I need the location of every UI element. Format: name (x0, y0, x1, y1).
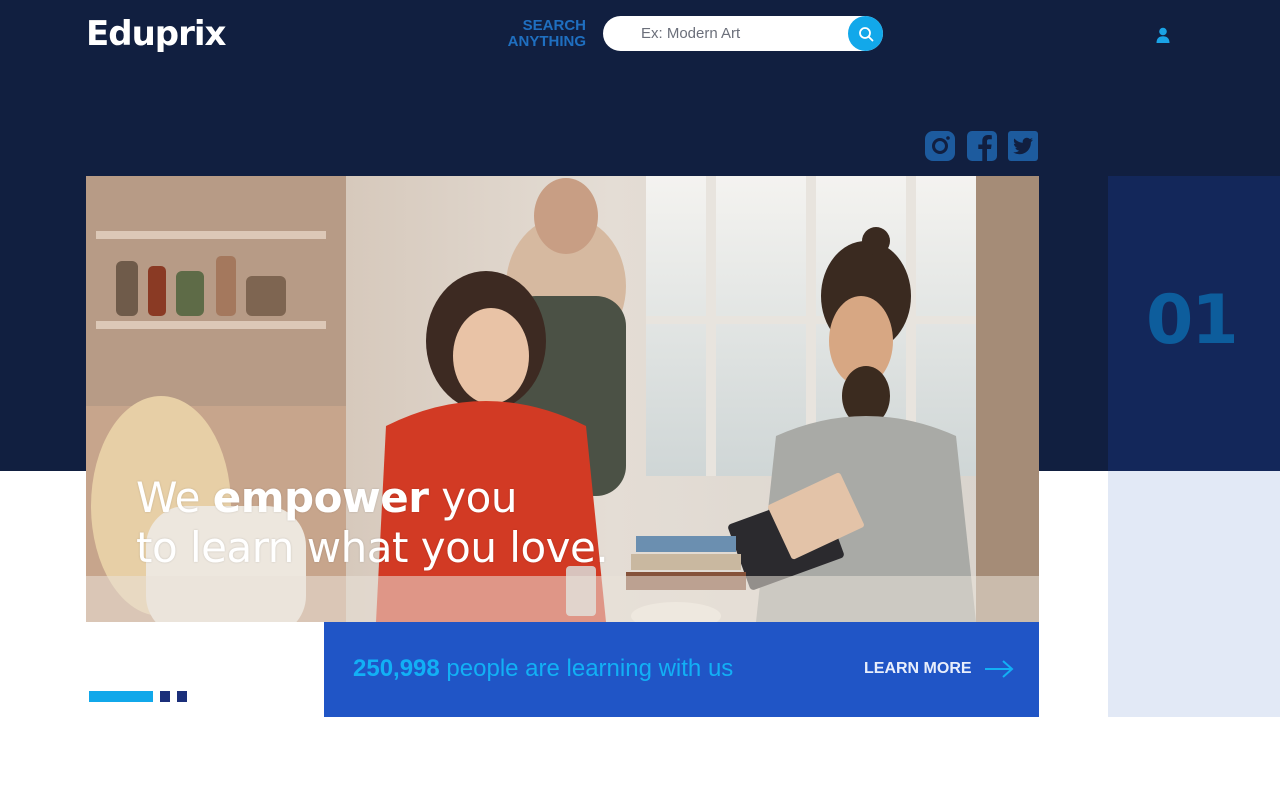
slide-indicator-1[interactable] (89, 691, 153, 702)
side-light-panel (1108, 471, 1280, 717)
stats-label: people are learning with us (439, 655, 734, 682)
stats-bar: 250,998 people are learning with us LEAR… (324, 622, 1039, 717)
hero-banner: We empower you to learn what you love. (86, 176, 1039, 622)
twitter-icon[interactable] (1007, 130, 1039, 162)
stats-count: 250,998 (353, 655, 440, 682)
search-button[interactable] (848, 16, 883, 51)
slide-indicator-3[interactable] (177, 691, 187, 702)
learn-more-label: LEARN MORE (864, 660, 972, 677)
user-icon[interactable] (1154, 26, 1172, 44)
slide-indicator-2[interactable] (160, 691, 170, 702)
hero-line-1: We empower you (136, 473, 608, 523)
search-label: SEARCH ANYTHING (507, 17, 586, 50)
slide-number: 01 (1146, 281, 1239, 360)
logo[interactable]: Eduprix (86, 14, 226, 54)
search-input[interactable] (641, 16, 841, 51)
arrow-right-icon (984, 660, 1014, 678)
instagram-icon[interactable] (924, 130, 956, 162)
search-icon (858, 26, 873, 41)
stats-text: 250,998 people are learning with us (353, 655, 733, 683)
hero-line-1-suffix: you (428, 473, 517, 522)
hero-emphasis: empower (212, 473, 429, 522)
learn-more-button[interactable]: LEARN MORE (864, 658, 1014, 680)
hero-line-1-prefix: We (136, 473, 213, 522)
hero-headline: We empower you to learn what you love. (136, 473, 609, 573)
hero-line-2: to learn what you love. (136, 523, 609, 572)
search-bar (603, 16, 883, 51)
facebook-icon[interactable] (966, 130, 998, 162)
